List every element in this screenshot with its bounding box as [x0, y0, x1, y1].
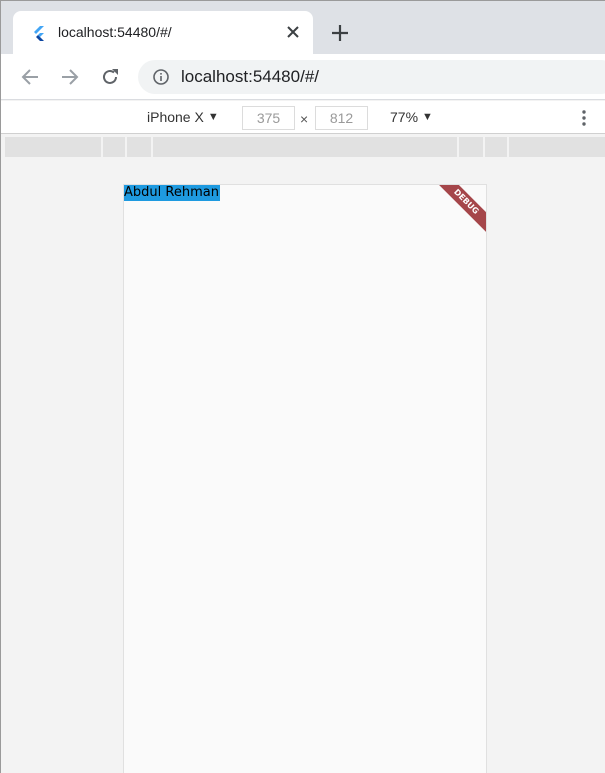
tab-title: localhost:54480/#/ [58, 24, 172, 40]
flutter-favicon-icon [31, 25, 47, 41]
ruler-divider [483, 137, 485, 157]
browser-window: localhost:54480/#/ localhost:54480/#/ iP… [0, 0, 605, 773]
address-bar[interactable]: localhost:54480/#/ [138, 60, 605, 94]
reload-icon[interactable] [99, 66, 121, 88]
active-tab[interactable]: localhost:54480/#/ [13, 11, 313, 54]
debug-banner: DEBUG [429, 185, 486, 239]
device-viewport: Abdul Rehman DEBUG [123, 184, 487, 773]
ruler-divider [507, 137, 509, 157]
tab-strip: localhost:54480/#/ [1, 1, 605, 54]
back-arrow-icon[interactable] [19, 66, 41, 88]
caret-down-icon: ▼ [207, 111, 219, 123]
ruler-divider [457, 137, 459, 157]
device-select[interactable]: iPhone X ▼ [147, 109, 219, 125]
media-query-ruler[interactable] [5, 137, 605, 157]
ruler-divider [101, 137, 103, 157]
device-toolbar: iPhone X ▼ 375 × 812 77% ▼ [1, 101, 605, 134]
times-icon: × [300, 111, 309, 127]
width-input[interactable]: 375 [242, 106, 295, 130]
browser-toolbar: localhost:54480/#/ [1, 54, 605, 100]
app-text: Abdul Rehman [124, 185, 220, 201]
forward-arrow-icon[interactable] [59, 66, 81, 88]
zoom-select[interactable]: 77% ▼ [390, 109, 433, 125]
more-options-icon[interactable] [575, 109, 593, 127]
zoom-value: 77% [390, 109, 419, 125]
ruler-divider [151, 137, 153, 157]
close-tab-icon[interactable] [285, 24, 301, 40]
device-name: iPhone X [147, 109, 204, 125]
url-text: localhost:54480/#/ [181, 67, 319, 86]
caret-down-icon: ▼ [422, 111, 433, 123]
ruler-divider [125, 137, 127, 157]
new-tab-icon[interactable] [329, 22, 351, 44]
height-input[interactable]: 812 [315, 106, 368, 130]
site-info-icon[interactable] [152, 68, 170, 86]
